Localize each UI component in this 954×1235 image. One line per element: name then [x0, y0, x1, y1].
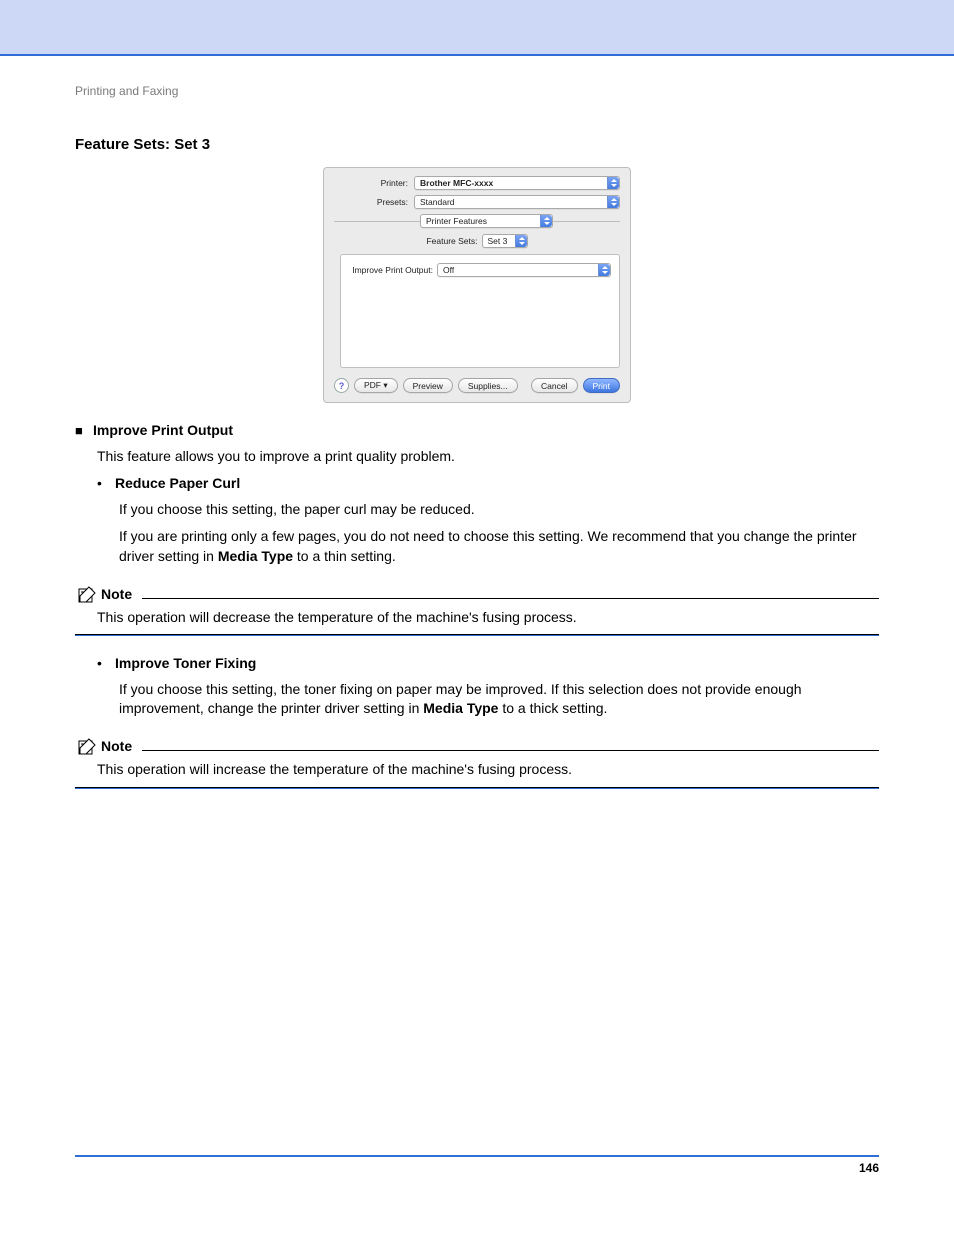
square-bullet-icon: ■ [75, 421, 93, 441]
rpc-p1: If you choose this setting, the paper cu… [119, 500, 879, 520]
feature-sets-value: Set 3 [488, 236, 508, 246]
supplies-button[interactable]: Supplies... [458, 378, 518, 393]
itf-heading: Improve Toner Fixing [115, 655, 256, 671]
note-label: Note [101, 737, 132, 757]
ipo-label: Improve Print Output: [349, 265, 437, 275]
printer-value: Brother MFC-xxxx [420, 178, 493, 188]
pencil-note-icon [75, 585, 101, 605]
itf-p1b: Media Type [423, 700, 498, 716]
note-block: Note This operation will increase the te… [75, 737, 879, 789]
note-block: Note This operation will decrease the te… [75, 585, 879, 637]
presets-select[interactable]: Standard [414, 195, 620, 209]
note-label: Note [101, 585, 132, 605]
options-frame: Improve Print Output: Off [340, 254, 620, 368]
top-header-bar [0, 0, 954, 54]
header-rule [0, 54, 954, 56]
ipo-value: Off [443, 265, 454, 275]
pencil-note-icon [75, 737, 101, 757]
printer-features-select[interactable]: Printer Features [420, 214, 553, 228]
ipo-heading: Improve Print Output [93, 422, 233, 438]
print-dialog: Printer: Brother MFC-xxxx Presets: Stand… [323, 167, 631, 403]
printer-features-value: Printer Features [426, 216, 487, 226]
running-header: Printing and Faxing [75, 84, 879, 98]
note-text: This operation will increase the tempera… [97, 760, 879, 780]
printer-select[interactable]: Brother MFC-xxxx [414, 176, 620, 190]
cancel-button[interactable]: Cancel [531, 378, 577, 393]
feature-sets-label: Feature Sets: [426, 236, 477, 246]
note-top-rule [142, 750, 879, 751]
bullet-icon: • [97, 654, 115, 674]
itf-p1c: to a thick setting. [498, 700, 607, 716]
itf-p1: If you choose this setting, the toner fi… [119, 680, 879, 719]
rpc-p2: If you are printing only a few pages, yo… [119, 527, 879, 566]
page-number: 146 [75, 1161, 879, 1175]
pdf-button[interactable]: PDF ▾ [354, 378, 398, 393]
ipo-intro: This feature allows you to improve a pri… [97, 447, 879, 467]
ipo-select[interactable]: Off [437, 263, 611, 277]
rpc-p2c: to a thin setting. [293, 548, 396, 564]
page-footer: 146 [0, 1155, 954, 1175]
select-arrows-icon [607, 177, 619, 189]
preview-button[interactable]: Preview [403, 378, 453, 393]
footer-rule [75, 1155, 879, 1157]
rpc-p2b: Media Type [218, 548, 293, 564]
select-arrows-icon [598, 264, 610, 276]
note-bottom-rule [75, 634, 879, 636]
print-button[interactable]: Print [583, 378, 620, 393]
select-arrows-icon [540, 215, 552, 227]
page-title: Feature Sets: Set 3 [75, 136, 879, 153]
select-arrows-icon [607, 196, 619, 208]
feature-sets-select[interactable]: Set 3 [482, 234, 528, 248]
select-arrows-icon [515, 235, 527, 247]
presets-value: Standard [420, 197, 455, 207]
note-bottom-rule [75, 787, 879, 789]
note-text: This operation will decrease the tempera… [97, 608, 879, 628]
bullet-icon: • [97, 474, 115, 494]
note-top-rule [142, 598, 879, 599]
rpc-heading: Reduce Paper Curl [115, 475, 240, 491]
help-button[interactable]: ? [334, 378, 349, 393]
printer-label: Printer: [334, 178, 414, 188]
presets-label: Presets: [334, 197, 414, 207]
